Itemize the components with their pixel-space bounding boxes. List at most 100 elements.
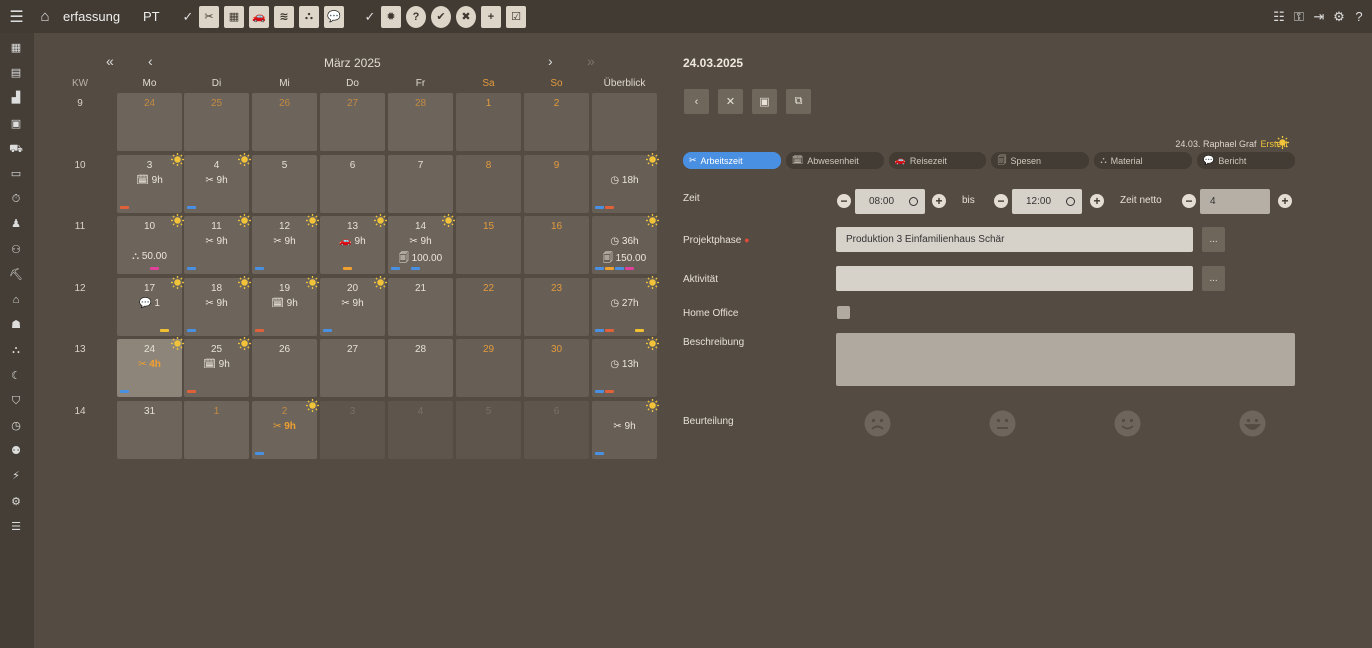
- day-cell[interactable]: 7: [388, 154, 453, 213]
- monitor-icon[interactable]: ▭: [9, 168, 23, 180]
- cog-icon[interactable]: ⚙: [9, 496, 23, 508]
- clock-icon[interactable]: ◷: [9, 420, 23, 432]
- calendar-check-icon[interactable]: ▣: [9, 118, 23, 130]
- overview-cell[interactable]: ◷ 13h: [592, 337, 659, 397]
- users-icon[interactable]: ⚇: [9, 244, 23, 256]
- day-cell[interactable]: 25: [184, 93, 249, 151]
- day-cell[interactable]: 24: [117, 93, 182, 151]
- day-cell[interactable]: 4: [388, 400, 453, 459]
- calendar-grid-icon[interactable]: ▦: [9, 42, 23, 54]
- copy-icon[interactable]: ⧉: [786, 89, 811, 114]
- dolly-icon[interactable]: ⛏: [9, 269, 23, 281]
- start-time-input[interactable]: 08:00: [855, 189, 925, 214]
- day-cell[interactable]: 22: [456, 277, 521, 336]
- day-cell[interactable]: 6: [524, 400, 589, 459]
- plus-square-icon[interactable]: +: [481, 5, 501, 28]
- sitemap-icon[interactable]: ⛬: [9, 344, 23, 356]
- overview-cell[interactable]: ◷ 18h: [592, 152, 659, 213]
- day-cell[interactable]: 5: [456, 400, 521, 459]
- list-icon[interactable]: ☰: [9, 521, 23, 533]
- day-cell[interactable]: 8: [456, 154, 521, 213]
- next-month-button[interactable]: ›: [548, 53, 553, 69]
- start-plus-button[interactable]: +: [932, 194, 946, 208]
- overview-cell[interactable]: [592, 93, 657, 151]
- sitemap-icon[interactable]: ⛬: [299, 5, 319, 28]
- day-cell[interactable]: 26: [252, 339, 317, 397]
- day-cell[interactable]: 25 🗓 9h: [184, 337, 251, 397]
- day-cell[interactable]: 6: [320, 154, 385, 213]
- beschreibung-textarea[interactable]: [836, 333, 1295, 386]
- truck-icon[interactable]: ⛟: [9, 143, 23, 155]
- tab-arbeitszeit[interactable]: ✂ Arbeitszeit: [683, 152, 781, 169]
- overview-cell[interactable]: ✂ 9h: [592, 398, 659, 459]
- stopwatch-icon[interactable]: ⏱: [9, 193, 23, 205]
- moon-icon[interactable]: ☾: [9, 370, 23, 382]
- smile-face-icon[interactable]: [1114, 410, 1141, 437]
- check-square-icon[interactable]: ☑: [506, 5, 526, 28]
- check-circle-icon[interactable]: ✔: [431, 5, 451, 28]
- hamburger-icon[interactable]: ☰: [0, 7, 33, 27]
- check-icon[interactable]: ✓: [177, 9, 199, 25]
- question-icon[interactable]: ?: [406, 5, 426, 28]
- day-cell[interactable]: 15: [456, 216, 521, 274]
- gear-icon[interactable]: ✹: [381, 5, 401, 28]
- sad-face-icon[interactable]: [864, 410, 891, 437]
- comment-icon[interactable]: 💬: [324, 5, 344, 28]
- day-cell[interactable]: 23: [524, 277, 589, 336]
- day-cell[interactable]: 18 ✂ 9h: [184, 275, 251, 336]
- chart-icon[interactable]: ▟: [9, 92, 23, 104]
- day-cell[interactable]: 3 🗓 9h: [117, 152, 184, 213]
- day-cell[interactable]: 4 ✂ 9h: [184, 152, 251, 213]
- day-cell[interactable]: 16: [524, 216, 589, 274]
- day-cell[interactable]: 14 ✂ 9h 🗐 100.00: [388, 214, 455, 274]
- day-cell[interactable]: 31: [117, 400, 182, 459]
- car-icon[interactable]: 🚗: [249, 5, 269, 28]
- start-minus-button[interactable]: −: [837, 194, 851, 208]
- day-cell[interactable]: 27: [320, 339, 385, 397]
- sliders-icon[interactable]: ☷: [1272, 9, 1286, 25]
- address-book-icon[interactable]: ☗: [9, 319, 23, 331]
- day-cell[interactable]: 11 ✂ 9h: [184, 214, 251, 274]
- tab-material[interactable]: ⛬ Material: [1094, 152, 1193, 169]
- day-cell[interactable]: 21: [388, 277, 453, 336]
- day-cell[interactable]: 28: [388, 339, 453, 397]
- tools-icon[interactable]: ✂: [199, 5, 219, 28]
- day-cell[interactable]: 3: [320, 400, 385, 459]
- day-cell[interactable]: 27: [320, 93, 385, 151]
- overview-cell[interactable]: ◷ 27h: [592, 275, 659, 336]
- day-cell[interactable]: 28: [388, 93, 453, 151]
- back-icon[interactable]: ‹: [684, 89, 709, 114]
- end-minus-button[interactable]: −: [994, 194, 1008, 208]
- settings-icon[interactable]: ⚙: [1332, 9, 1346, 25]
- group-icon[interactable]: ⚉: [9, 445, 23, 457]
- calendar-icon[interactable]: ▦: [224, 5, 244, 28]
- home-icon[interactable]: ⌂: [33, 8, 57, 25]
- day-cell[interactable]: 20 ✂ 9h: [320, 275, 387, 336]
- netto-plus-button[interactable]: +: [1278, 194, 1292, 208]
- next-year-button[interactable]: »: [587, 53, 595, 69]
- overview-cell[interactable]: ◷ 36h 🗐 150.00: [592, 214, 659, 274]
- close-icon[interactable]: ✕: [718, 89, 743, 114]
- aktivitaet-field[interactable]: [836, 266, 1193, 291]
- day-cell[interactable]: 19 🗓 9h: [252, 275, 319, 336]
- day-cell[interactable]: 17 💬 1: [117, 275, 184, 336]
- user-code[interactable]: PT: [143, 9, 177, 24]
- x-circle-icon[interactable]: ✖: [456, 5, 476, 28]
- day-cell[interactable]: 9: [524, 154, 589, 213]
- day-cell[interactable]: 1: [184, 400, 249, 459]
- day-cell[interactable]: 24 ✂ 4h: [117, 337, 184, 397]
- calendar-icon[interactable]: ▤: [9, 67, 23, 79]
- neutral-face-icon[interactable]: [989, 410, 1016, 437]
- save-icon[interactable]: ▣: [752, 89, 777, 114]
- homeoffice-checkbox[interactable]: [837, 306, 850, 319]
- aktivitaet-picker-button[interactable]: ...: [1202, 266, 1225, 291]
- day-cell[interactable]: 29: [456, 339, 521, 397]
- coins-icon[interactable]: ≋: [274, 5, 294, 28]
- projektphase-picker-button[interactable]: ...: [1202, 227, 1225, 252]
- tags-icon[interactable]: ⛉: [9, 395, 23, 407]
- plug-icon[interactable]: ⚡: [9, 470, 23, 482]
- tab-bericht[interactable]: 💬 Bericht: [1197, 152, 1295, 169]
- day-cell[interactable]: 12 ✂ 9h: [252, 214, 319, 274]
- projektphase-field[interactable]: Produktion 3 Einfamilienhaus Schär: [836, 227, 1193, 252]
- day-cell[interactable]: 30: [524, 339, 589, 397]
